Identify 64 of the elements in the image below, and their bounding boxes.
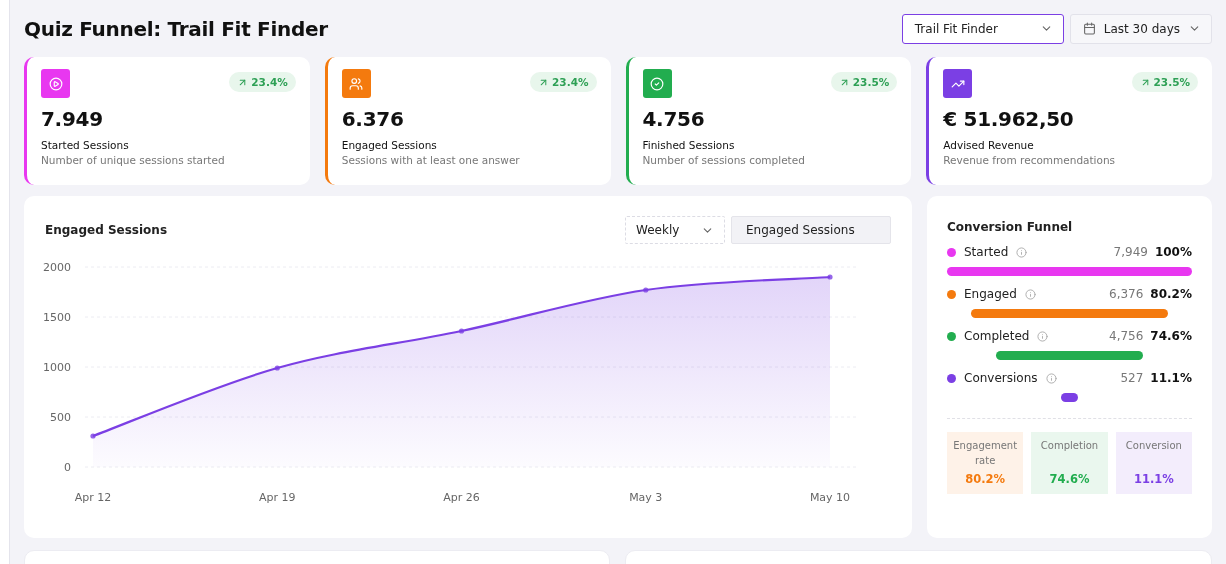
stat-label: Started Sessions bbox=[41, 139, 130, 151]
data-point bbox=[643, 287, 649, 293]
axis-label: 2000 bbox=[43, 261, 71, 274]
play-icon bbox=[48, 76, 63, 91]
stage-name: Engaged bbox=[964, 287, 1017, 301]
stat-label: Engaged Sessions bbox=[341, 139, 438, 151]
stage-count: 6,376 bbox=[1109, 287, 1144, 301]
rate-value: 74.6% bbox=[1049, 472, 1090, 486]
stage-count: 7,949 bbox=[1113, 245, 1148, 259]
axis-label: 1000 bbox=[43, 361, 71, 374]
change-badge: 23.5% bbox=[830, 72, 898, 92]
info-icon[interactable] bbox=[1045, 372, 1057, 384]
stat-description: Number of unique sessions started bbox=[41, 154, 226, 166]
stage-name: Conversions bbox=[964, 371, 1038, 385]
axis-label: May 10 bbox=[809, 491, 851, 504]
data-point bbox=[90, 433, 96, 439]
check-icon bbox=[650, 76, 664, 91]
stat-value: 6.376 bbox=[341, 107, 405, 131]
axis-label: 1500 bbox=[43, 311, 71, 324]
stat-label: Advised Revenue bbox=[943, 139, 1035, 151]
info-icon[interactable] bbox=[1016, 246, 1028, 258]
stage-percent: 74.6% bbox=[1150, 329, 1192, 343]
interval-select[interactable]: Weekly bbox=[625, 216, 725, 244]
axis-label: Apr 26 bbox=[443, 491, 480, 504]
stat-label: Finished Sessions bbox=[642, 139, 736, 151]
quiz-select[interactable]: Trail Fit Finder bbox=[901, 13, 1064, 44]
data-point bbox=[827, 274, 833, 280]
rate-label: Conversion bbox=[1125, 439, 1182, 453]
axis-label: 0 bbox=[64, 461, 71, 474]
stat-value: 4.756 bbox=[642, 107, 706, 131]
stage-percent: 100% bbox=[1154, 245, 1192, 259]
calendar-icon bbox=[1082, 22, 1096, 35]
stage-percent: 80.2% bbox=[1150, 287, 1192, 301]
stat-value: € 51.962,50 bbox=[943, 107, 1075, 131]
axis-label: May 3 bbox=[629, 491, 663, 504]
stage-percent: 11.1% bbox=[1150, 371, 1192, 385]
axis-label: Apr 19 bbox=[259, 491, 296, 504]
metric-button[interactable]: Engaged Sessions bbox=[731, 216, 891, 244]
data-point bbox=[458, 328, 465, 334]
stat-description: Number of sessions completed bbox=[642, 154, 806, 166]
date-select[interactable]: Last 30 days bbox=[1069, 13, 1212, 44]
change-badge: 23.4% bbox=[229, 72, 296, 92]
stat-description: Sessions with at least one answer bbox=[341, 154, 521, 166]
page-title: Quiz Funnel: Trail Fit Finder bbox=[24, 16, 328, 41]
rate-label: Engagement rate bbox=[952, 439, 1019, 468]
data-point bbox=[274, 365, 280, 371]
stat-description: Revenue from recommendations bbox=[943, 154, 1117, 166]
axis-label: 500 bbox=[50, 411, 71, 424]
panel-title: Engaged Sessions bbox=[45, 223, 168, 237]
stage-count: 527 bbox=[1120, 371, 1144, 385]
stage-name: Started bbox=[964, 245, 1009, 259]
stat-value: 7.949 bbox=[41, 107, 104, 131]
users-icon bbox=[349, 76, 364, 91]
info-icon[interactable] bbox=[1037, 330, 1049, 342]
rate-value: 80.2% bbox=[965, 472, 1006, 486]
rate-value: 11.1% bbox=[1133, 472, 1174, 486]
axis-label: Apr 12 bbox=[74, 491, 112, 504]
stage-count: 4,756 bbox=[1109, 329, 1144, 343]
rate-label: Completion bbox=[1040, 439, 1099, 453]
panel-title: Conversion Funnel bbox=[947, 220, 1074, 234]
info-icon[interactable] bbox=[1024, 288, 1036, 300]
change-badge: 23.4% bbox=[530, 72, 597, 92]
stage-name: Completed bbox=[964, 329, 1030, 343]
change-badge: 23.5% bbox=[1131, 72, 1198, 92]
